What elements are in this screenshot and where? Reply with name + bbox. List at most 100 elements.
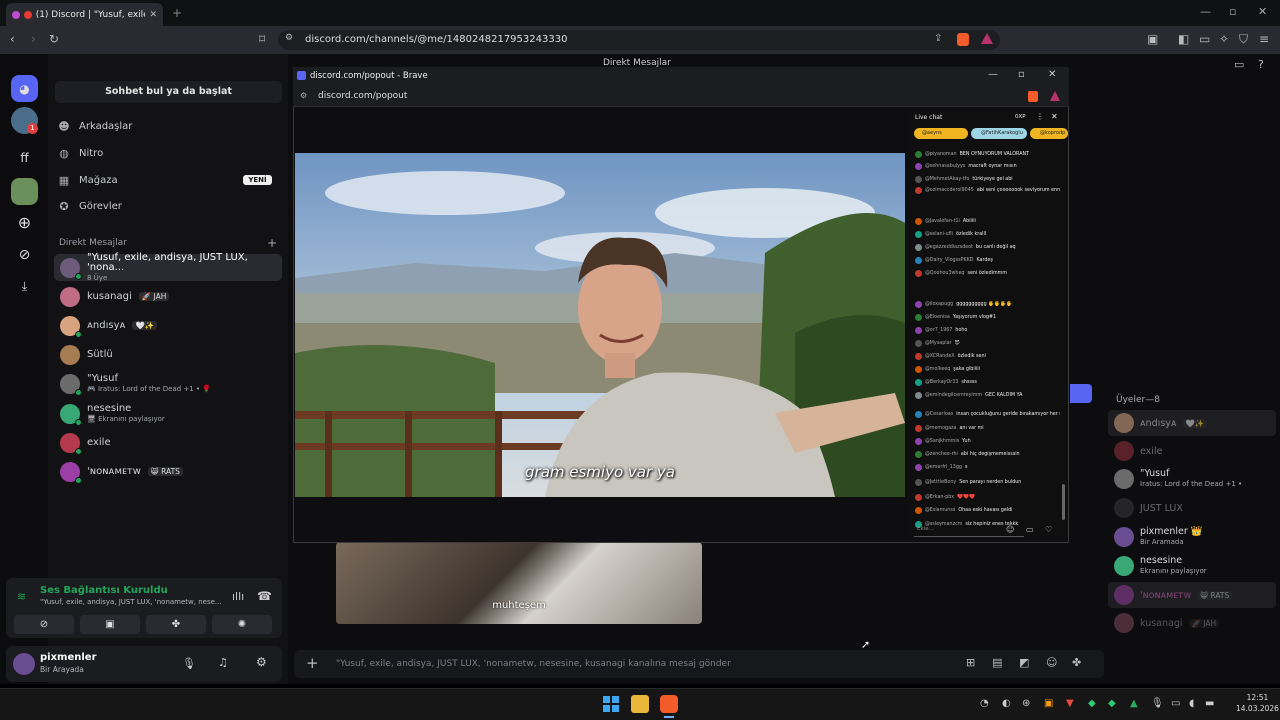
attach-plus-icon[interactable]: +: [306, 654, 319, 672]
microphone-tray-icon[interactable]: 🎙: [1151, 698, 1164, 709]
panel-icon[interactable]: ◧: [1178, 32, 1189, 46]
member-item[interactable]: kusanagi 🚀 JAH: [1114, 613, 1220, 633]
add-server-icon[interactable]: ⊕: [11, 209, 38, 236]
nav-shop[interactable]: ▦ Mağaza: [58, 174, 118, 187]
nav-friends[interactable]: ☻ Arkadaşlar: [58, 120, 132, 133]
member-item[interactable]: "Yusuf Iratus: Lord of the Dead +1 •: [1114, 469, 1242, 489]
tab-close-icon[interactable]: ✕: [149, 10, 157, 20]
site-info-icon[interactable]: ⚙: [300, 91, 307, 100]
tray-icon[interactable]: ▣: [1044, 698, 1053, 709]
soundboard-button[interactable]: ✺: [212, 615, 272, 634]
member-item[interactable]: ᴀndısyᴀ 🤍✨: [1114, 413, 1208, 433]
file-explorer-icon[interactable]: [631, 695, 649, 713]
bookmark-icon[interactable]: ⌑: [259, 32, 265, 46]
dm-item[interactable]: kusanagi 🚀 JAH: [54, 283, 282, 310]
apps-icon[interactable]: ✤: [1072, 656, 1081, 669]
tray-icon[interactable]: ▲: [1130, 698, 1138, 709]
gif-icon[interactable]: ▤: [992, 656, 1002, 669]
voice-channel[interactable]: "Yusuf, exile, andisya, JUST LUX, 'nonam…: [40, 598, 222, 606]
disconnect-icon[interactable]: ☎: [257, 589, 272, 603]
inbox-icon[interactable]: ▭: [1234, 58, 1244, 71]
activity-button[interactable]: ✤: [146, 615, 206, 634]
pinned-chip[interactable]: @koprodp: [1030, 128, 1068, 139]
emoji-icon[interactable]: ☺: [1046, 656, 1057, 669]
dm-item[interactable]: ᴀndısyᴀ 🤍✨: [54, 312, 282, 339]
member-item[interactable]: nesesine Ekranını paylaşıyor: [1114, 556, 1207, 576]
brave-shield-icon[interactable]: [957, 33, 969, 46]
windows-start-icon[interactable]: [602, 695, 620, 713]
chat-menu-icon[interactable]: ⋮: [1036, 112, 1044, 121]
share-icon[interactable]: ⇪: [934, 33, 942, 44]
voice-status[interactable]: Ses Bağlantısı Kuruldu: [40, 585, 168, 596]
maximize-icon[interactable]: ▫: [1229, 5, 1236, 18]
camera-button[interactable]: ⊘: [14, 615, 74, 634]
member-item[interactable]: JUST LUX: [1114, 498, 1183, 518]
tray-icon[interactable]: ◔: [980, 698, 989, 709]
chat-scrollbar[interactable]: [1062, 484, 1065, 520]
pinned-chip[interactable]: @aeyns: [914, 128, 968, 139]
close-window-icon[interactable]: ✕: [1258, 5, 1267, 18]
noise-suppression-icon[interactable]: ıllı: [232, 590, 244, 603]
brave-taskbar-icon[interactable]: [660, 695, 678, 713]
leo-ai-icon[interactable]: ✧: [1219, 32, 1229, 46]
gift-icon[interactable]: ⊞: [966, 656, 975, 669]
pinned-chip[interactable]: @FatihKarakoglu: [971, 128, 1027, 139]
dm-item[interactable]: nesesine 🖥 Ekranını paylaşıyor: [54, 400, 282, 427]
chat-gift-icon[interactable]: ▭: [1026, 525, 1034, 534]
stream-video[interactable]: [295, 153, 905, 497]
avatar[interactable]: [13, 653, 35, 675]
battery-icon[interactable]: ▬: [1205, 698, 1214, 709]
brave-shield-icon[interactable]: [1028, 91, 1038, 102]
tray-icon[interactable]: ◆: [1088, 698, 1096, 709]
screen-share-button[interactable]: ▣: [80, 615, 140, 634]
new-tab-icon[interactable]: +: [172, 6, 182, 20]
chat-heart-icon[interactable]: ♡: [1045, 525, 1052, 534]
nav-nitro[interactable]: ◍ Nitro: [58, 147, 103, 160]
member-item[interactable]: exile: [1114, 441, 1162, 461]
help-icon[interactable]: ?: [1258, 58, 1264, 71]
reload-icon[interactable]: ↻: [49, 32, 59, 46]
volume-icon[interactable]: ◖: [1189, 698, 1194, 709]
popout-maximize-icon[interactable]: ▫: [1018, 69, 1025, 80]
dm-item[interactable]: exile: [54, 429, 282, 456]
minimize-icon[interactable]: —: [1200, 5, 1211, 18]
username[interactable]: pixmenler: [40, 652, 97, 663]
discover-icon[interactable]: ⊘: [11, 241, 38, 268]
server-avatar[interactable]: [11, 178, 38, 205]
back-icon[interactable]: ‹: [10, 32, 15, 46]
tray-icon[interactable]: ▼: [1066, 698, 1074, 709]
video-tile[interactable]: [336, 542, 702, 624]
tray-icon[interactable]: ◐: [1002, 698, 1011, 709]
settings-icon[interactable]: ⚙: [256, 655, 267, 669]
dm-item[interactable]: Sütlü: [54, 341, 282, 368]
message-input[interactable]: "Yusuf, exile, andisya, JUST LUX, 'nonam…: [294, 650, 1104, 678]
url-input[interactable]: discord.com/channels/@me/148024821795324…: [278, 30, 1000, 50]
live-chat-header[interactable]: Live chat: [915, 114, 942, 121]
vpn-icon[interactable]: ⛉: [1239, 32, 1248, 47]
site-info-icon[interactable]: ⚙: [285, 33, 293, 43]
member-item[interactable]: pixmenler 👑 Bir Aramada: [1114, 527, 1203, 547]
network-icon[interactable]: ▭: [1171, 698, 1180, 709]
sticker-icon[interactable]: ◩: [1019, 656, 1029, 669]
tray-icon[interactable]: ⊛: [1022, 698, 1030, 709]
create-dm-icon[interactable]: +: [267, 236, 277, 250]
dm-item[interactable]: 'ɴoɴᴀᴍᴇᴛᴡ 😸 RATS: [54, 458, 282, 485]
brave-rewards-icon[interactable]: [1050, 91, 1060, 101]
mic-icon[interactable]: 🎙: [182, 657, 196, 670]
tray-icon[interactable]: ◆: [1108, 698, 1116, 709]
popout-minimize-icon[interactable]: —: [988, 69, 998, 80]
forward-icon[interactable]: ›: [31, 32, 36, 46]
member-item[interactable]: 'ɴoɴᴀᴍᴇᴛᴡ 😸 RATS: [1114, 585, 1233, 605]
headphones-icon[interactable]: ♫: [218, 656, 228, 669]
clock[interactable]: 12:51 14.03.2026: [1236, 692, 1279, 714]
discord-home-icon[interactable]: ◕: [11, 75, 38, 102]
dm-item[interactable]: "Yusuf, exile, andisya, JUST LUX, 'nona.…: [54, 252, 282, 282]
find-conversation-input[interactable]: Sohbet bul ya da başlat: [55, 81, 282, 103]
wallet-icon[interactable]: ▭: [1199, 32, 1210, 46]
popout-url[interactable]: discord.com/popout: [293, 85, 1069, 107]
brave-rewards-icon[interactable]: [981, 33, 993, 44]
menu-icon[interactable]: ≡: [1259, 32, 1269, 46]
browser-tab[interactable]: (1) Discord | "Yusuf, exile, an ✕: [6, 3, 163, 26]
popout-close-icon[interactable]: ✕: [1048, 69, 1056, 80]
chat-emoji-icon[interactable]: ☺: [1006, 525, 1014, 534]
